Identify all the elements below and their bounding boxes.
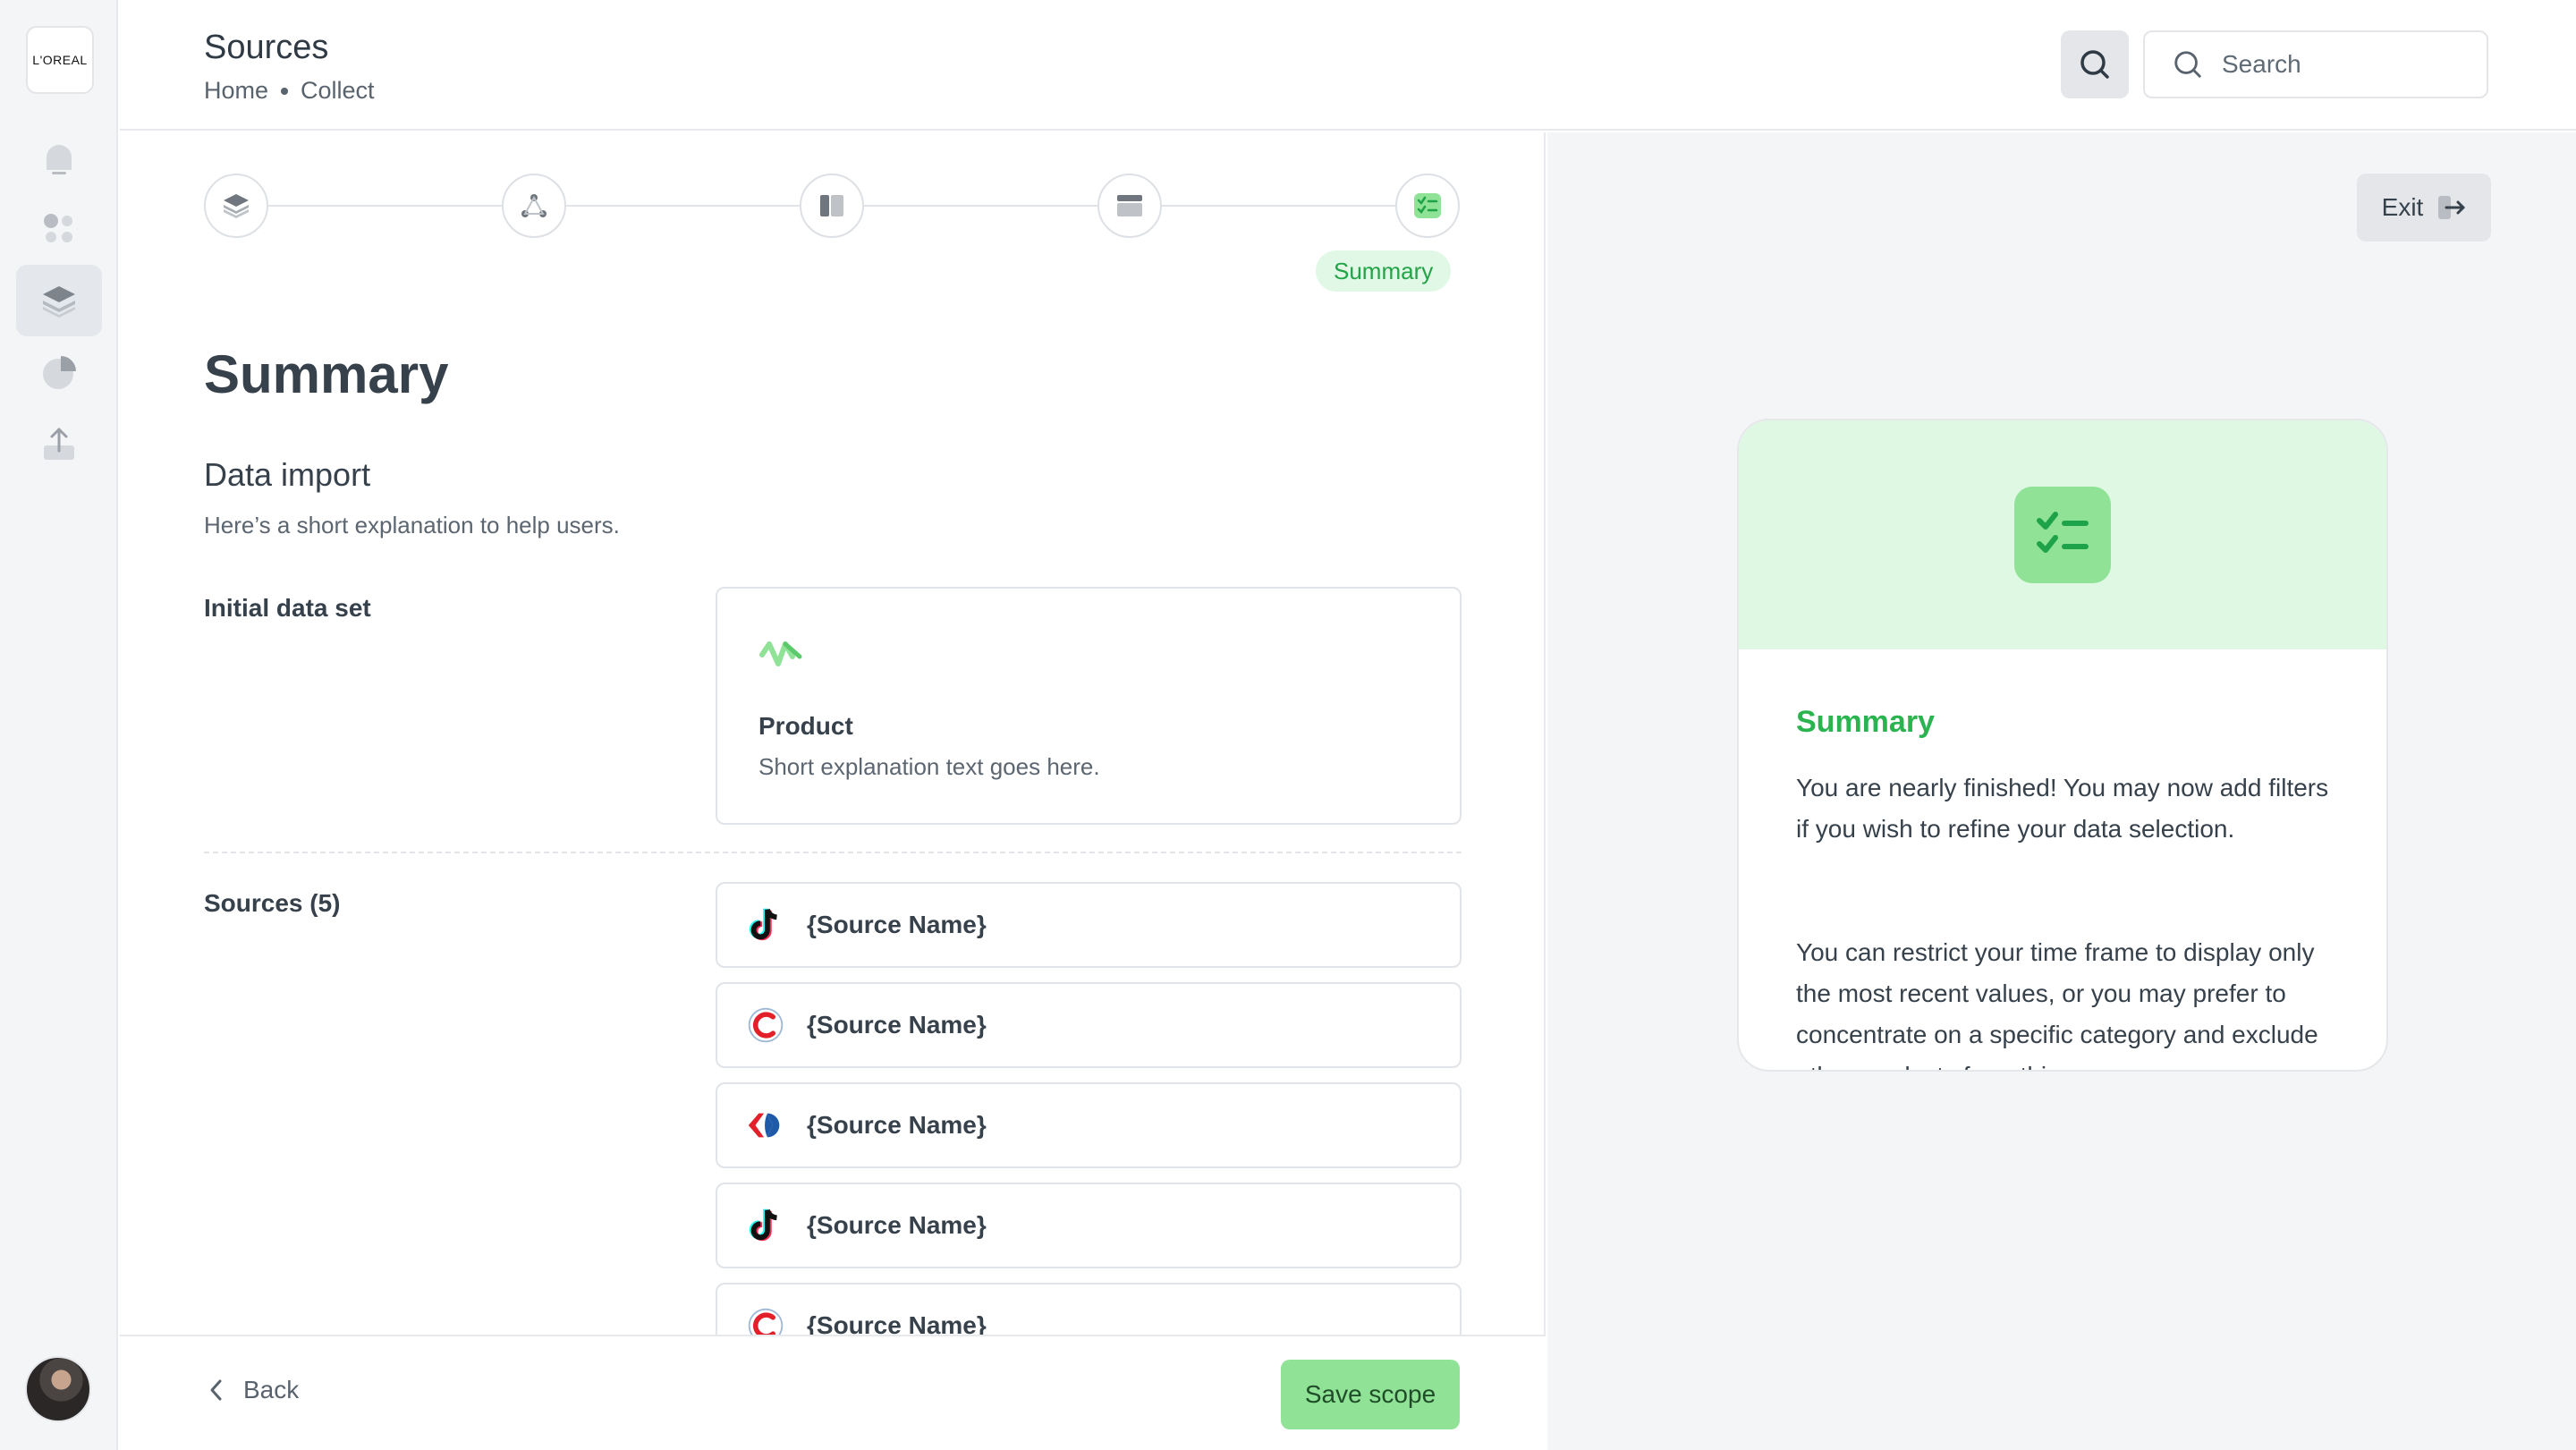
sidebar: L'OREAL xyxy=(0,0,118,1450)
active-step-label: Summary xyxy=(1316,250,1452,292)
pie-chart-icon xyxy=(43,356,76,389)
source-name: {Source Name} xyxy=(807,911,987,938)
user-avatar[interactable] xyxy=(25,1356,91,1422)
info-card-title: Summary xyxy=(1796,705,1935,739)
search-input[interactable] xyxy=(2222,50,2472,79)
brand-logo[interactable]: L'OREAL xyxy=(26,26,94,94)
breadcrumb-home[interactable]: Home xyxy=(204,77,268,105)
tiktok-icon xyxy=(744,1204,787,1247)
nodes-icon xyxy=(521,194,547,217)
summary-info-card: Summary You are nearly finished! You may… xyxy=(1737,419,2388,1072)
back-button[interactable]: Back xyxy=(208,1376,299,1404)
sidebar-item-analytics[interactable] xyxy=(16,336,102,408)
dataset-title: Product xyxy=(758,712,853,740)
search-field[interactable] xyxy=(2143,30,2488,98)
initial-data-set-label: Initial data set xyxy=(204,594,371,622)
step-sources[interactable] xyxy=(502,174,566,238)
step-layout[interactable] xyxy=(800,174,864,238)
upload-icon xyxy=(44,428,74,460)
sidebar-item-home[interactable] xyxy=(16,122,102,193)
save-scope-button[interactable]: Save scope xyxy=(1281,1360,1460,1429)
search-icon xyxy=(2174,51,2201,78)
section-heading: Summary xyxy=(204,344,449,404)
breadcrumb: Home Collect xyxy=(204,77,375,105)
c-logo-icon xyxy=(744,1004,787,1047)
table-icon xyxy=(1117,195,1142,216)
data-import-heading: Data import xyxy=(204,456,371,493)
breadcrumb-separator xyxy=(281,87,289,95)
exit-button[interactable]: Exit xyxy=(2357,174,2491,242)
search-icon xyxy=(2080,50,2109,79)
checklist-icon xyxy=(2014,487,2111,583)
step-summary[interactable] xyxy=(1395,174,1460,238)
search-button[interactable] xyxy=(2061,30,2129,98)
source-name: {Source Name} xyxy=(807,1011,987,1039)
wizard-panel: Summary Summary Data import Here’s a sho… xyxy=(120,132,1546,1450)
info-card-paragraph-2: You can restrict your time frame to disp… xyxy=(1796,938,2318,1070)
source-name: {Source Name} xyxy=(807,1211,987,1239)
sources-count-label: Sources (5) xyxy=(204,889,341,917)
section-divider xyxy=(204,852,1462,853)
home-icon xyxy=(47,145,72,174)
carrefour-icon xyxy=(744,1104,787,1147)
layout-icon xyxy=(820,195,843,216)
dataset-description: Short explanation text goes here. xyxy=(758,753,1100,780)
info-card-paragraph-1: You are nearly finished! You may now add… xyxy=(1796,774,2329,843)
source-item[interactable]: {Source Name} xyxy=(716,882,1462,968)
sidebar-item-sources[interactable] xyxy=(16,265,102,336)
top-header: Sources Home Collect xyxy=(120,0,2576,131)
info-card-banner xyxy=(1739,420,2386,649)
checklist-icon xyxy=(1414,193,1441,218)
breadcrumb-collect[interactable]: Collect xyxy=(301,77,375,105)
source-item[interactable]: {Source Name} xyxy=(716,1082,1462,1168)
page-title: Sources xyxy=(204,29,329,66)
wizard-footer: Back Save scope xyxy=(120,1335,1546,1450)
exit-label: Exit xyxy=(2381,193,2424,221)
source-name: {Source Name} xyxy=(807,1111,987,1139)
data-import-description: Here’s a short explanation to help users… xyxy=(204,512,620,538)
help-panel: Exit Summary You are nearly finished! Yo… xyxy=(1547,132,2576,1450)
sidebar-item-export[interactable] xyxy=(16,408,102,479)
product-dataset-icon xyxy=(759,641,802,666)
exit-icon xyxy=(2438,196,2465,219)
layers-icon xyxy=(43,286,75,318)
source-item[interactable]: {Source Name} xyxy=(716,1183,1462,1268)
step-data-import[interactable] xyxy=(204,174,268,238)
chevron-left-icon xyxy=(210,1379,222,1401)
step-table[interactable] xyxy=(1097,174,1162,238)
back-label: Back xyxy=(243,1376,300,1403)
grid-dots-icon xyxy=(44,214,72,242)
dataset-card[interactable]: Product Short explanation text goes here… xyxy=(716,587,1462,825)
layers-icon xyxy=(224,194,249,218)
sidebar-item-apps[interactable] xyxy=(16,193,102,265)
source-item[interactable]: {Source Name} xyxy=(716,982,1462,1068)
tiktok-icon xyxy=(744,903,787,946)
